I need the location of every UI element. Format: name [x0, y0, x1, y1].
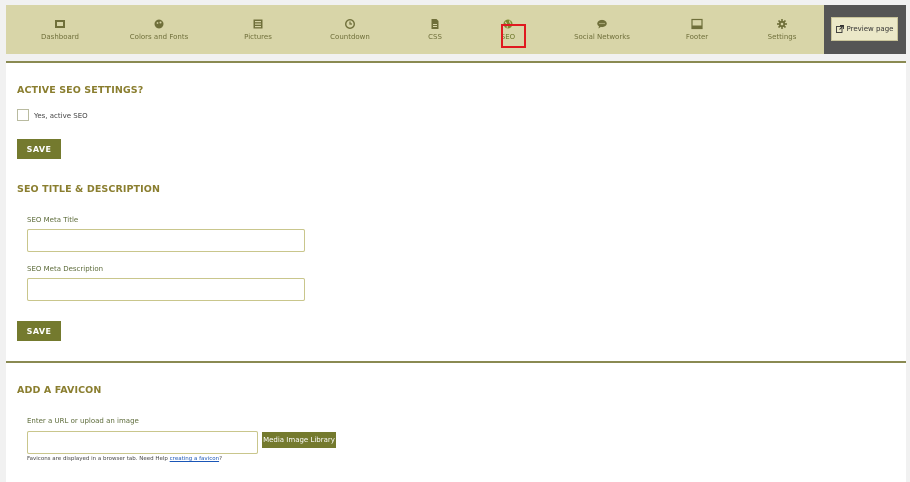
nav-item-css[interactable]: CSS — [424, 5, 446, 54]
css-file-icon — [431, 19, 439, 29]
nav-item-countdown[interactable]: Countdown — [328, 5, 372, 54]
nav-label: Footer — [685, 33, 709, 41]
dashboard-icon — [55, 20, 65, 28]
preview-page-button[interactable]: Preview page — [831, 17, 898, 41]
palette-icon — [154, 19, 164, 29]
settings-panel: ACTIVE SEO SETTINGS? Yes, active SEO SAV… — [6, 61, 906, 482]
media-image-library-button[interactable]: Media Image Library — [262, 432, 336, 448]
seo-title-description-heading: SEO TITLE & DESCRIPTION — [17, 184, 160, 195]
gear-icon — [777, 19, 787, 29]
nav-item-footer[interactable]: Footer — [682, 5, 712, 54]
seo-meta-description-label: SEO Meta Description — [27, 265, 104, 273]
nav-item-settings[interactable]: Settings — [766, 5, 798, 54]
nav-label: CSS — [428, 33, 442, 41]
save-button[interactable]: SAVE — [17, 321, 61, 341]
nav-label: Dashboard — [41, 33, 79, 41]
nav-item-social-networks[interactable]: Social Networks — [572, 5, 632, 54]
pictures-icon — [253, 19, 263, 29]
active-seo-checkbox-label: Yes, active SEO — [34, 112, 88, 120]
favicon-help-prefix: Favicons are displayed in a browser tab.… — [27, 456, 168, 462]
seo-meta-title-label: SEO Meta Title — [27, 216, 79, 224]
active-seo-checkbox[interactable] — [17, 109, 29, 121]
add-favicon-heading: ADD A FAVICON — [17, 385, 102, 396]
nav-item-pictures[interactable]: Pictures — [241, 5, 275, 54]
nav-item-colors-and-fonts[interactable]: Colors and Fonts — [126, 5, 192, 54]
nav-label: Social Networks — [574, 33, 630, 41]
section-divider — [6, 361, 906, 363]
preview-page-label: Preview page — [846, 25, 894, 33]
top-navigation-bar: Dashboard Colors and Fonts Pictures Coun… — [6, 5, 824, 54]
preview-area: Preview page — [824, 5, 906, 54]
chat-bubble-icon — [597, 19, 607, 29]
save-button[interactable]: SAVE — [17, 139, 61, 159]
creating-favicon-link[interactable]: creating a favicon — [170, 456, 219, 462]
favicon-help-text: Favicons are displayed in a browser tab.… — [27, 456, 222, 462]
nav-label: Colors and Fonts — [129, 33, 189, 41]
favicon-help-suffix: ? — [219, 456, 222, 462]
nav-label: Settings — [767, 33, 797, 41]
active-tab-highlight — [501, 24, 526, 48]
nav-item-dashboard[interactable]: Dashboard — [38, 5, 82, 54]
seo-meta-description-input[interactable] — [27, 278, 305, 301]
nav-label: Pictures — [244, 33, 272, 41]
footer-icon — [691, 18, 703, 30]
seo-meta-title-input[interactable] — [27, 229, 305, 252]
clock-icon — [344, 18, 356, 30]
favicon-url-input[interactable] — [27, 431, 258, 454]
active-seo-heading: ACTIVE SEO SETTINGS? — [17, 85, 144, 96]
nav-label: Countdown — [330, 33, 370, 41]
external-link-icon — [835, 25, 844, 33]
favicon-url-label: Enter a URL or upload an image — [27, 417, 139, 425]
